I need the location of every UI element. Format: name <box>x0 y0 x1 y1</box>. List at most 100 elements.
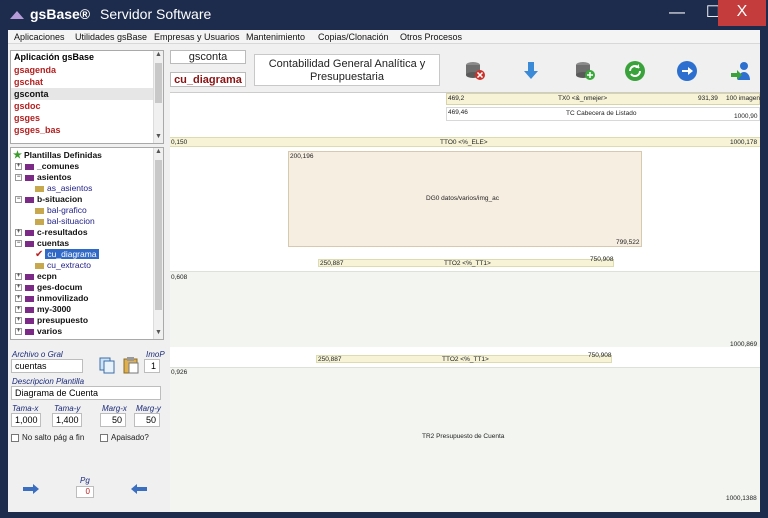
folder-icon <box>25 306 34 313</box>
expand-icon[interactable]: + <box>15 229 22 237</box>
checkbox-icon[interactable] <box>11 433 19 442</box>
detail-start: 0,608 <box>171 274 188 281</box>
template-tab[interactable]: cu_diagrama <box>170 72 246 87</box>
tree-node[interactable]: + inmovilizado <box>15 293 88 304</box>
star-icon: ★ <box>13 150 22 161</box>
tree-node[interactable]: + _comunes <box>15 161 79 172</box>
template-icon <box>35 185 44 192</box>
app-item[interactable]: gsagenda <box>11 64 163 76</box>
delete-db-icon[interactable] <box>464 60 486 82</box>
margy-label: Marg-y <box>136 404 161 413</box>
nosalto-checkbox[interactable]: No salto pág a fin <box>11 433 84 442</box>
expand-icon[interactable]: + <box>15 273 22 281</box>
expand-icon[interactable]: + <box>15 295 22 303</box>
scroll-down-icon[interactable]: ▼ <box>154 133 163 143</box>
user-exit-icon[interactable] <box>730 60 752 82</box>
tamx-field[interactable]: 1,000 <box>11 413 41 427</box>
copy-icon[interactable] <box>98 356 116 374</box>
arrow-right-icon[interactable] <box>22 482 40 494</box>
tree-node[interactable]: + ecpn <box>15 271 57 282</box>
app-name: gsBase® <box>30 6 91 22</box>
close-button[interactable]: X <box>718 0 766 26</box>
checkbox-icon[interactable] <box>100 433 108 442</box>
paste-icon[interactable] <box>122 356 140 374</box>
margx-field[interactable]: 50 <box>100 413 126 427</box>
tto2-end: 750,908 <box>590 256 614 263</box>
application-list[interactable]: Aplicación gsBase gsagenda gschat gscont… <box>10 50 164 144</box>
archivo-field[interactable]: cuentas <box>11 359 83 373</box>
tree-node[interactable]: + my-3000 <box>15 304 71 315</box>
imop-label: ImoP <box>146 350 165 359</box>
menu-empresas[interactable]: Empresas y Usuarios <box>154 32 240 42</box>
refresh-icon[interactable] <box>624 60 646 82</box>
tree-leaf[interactable]: bal-grafico <box>35 205 87 216</box>
next-icon[interactable] <box>676 60 698 82</box>
margy-field[interactable]: 50 <box>134 413 160 427</box>
app-window: gsBase® Servidor Software — ☐ X Aplicaci… <box>0 0 768 518</box>
left-panel: Aplicación gsBase gsagenda gschat gscont… <box>8 46 170 512</box>
scroll-up-icon[interactable]: ▲ <box>154 51 163 61</box>
collapse-icon[interactable]: − <box>15 196 22 204</box>
tree-leaf[interactable]: cu_extracto <box>35 260 91 271</box>
menu-mantenimiento[interactable]: Mantenimiento <box>246 32 305 42</box>
app-item[interactable]: gsdoc <box>11 100 163 112</box>
app-item[interactable]: gsges <box>11 112 163 124</box>
tx0-extra: 100 imagen <box>726 95 760 102</box>
folder-icon <box>25 328 34 335</box>
tree-node[interactable]: +z-diagramas <box>15 337 87 340</box>
template-icon <box>35 262 44 269</box>
apaisado-checkbox[interactable]: Apaisado? <box>100 433 149 442</box>
tree-scrollbar[interactable]: ▲ ▼ <box>153 148 163 339</box>
expand-icon[interactable]: + <box>15 317 22 325</box>
dg0-start: 200,196 <box>290 153 314 160</box>
imop-field[interactable]: 1 <box>144 359 160 373</box>
scroll-up-icon[interactable]: ▲ <box>154 148 163 158</box>
scroll-thumb[interactable] <box>155 63 162 103</box>
pg-field[interactable]: 0 <box>76 486 94 498</box>
app-item[interactable]: gschat <box>11 76 163 88</box>
tree-node[interactable]: + presupuesto <box>15 315 88 326</box>
tree-node[interactable]: − b-situacion <box>15 194 82 205</box>
detail-band[interactable] <box>170 271 760 347</box>
tree-node[interactable]: − asientos <box>15 172 72 183</box>
descripcion-field[interactable]: Diagrama de Cuenta <box>11 386 161 400</box>
menu-utilidades[interactable]: Utilidades gsBase <box>75 32 147 42</box>
arrow-left-icon[interactable] <box>130 482 148 494</box>
dg0-end: 799,522 <box>616 239 640 246</box>
menu-copias[interactable]: Copias/Clonación <box>318 32 389 42</box>
tree-leaf[interactable]: bal-situacion <box>35 216 95 227</box>
scroll-down-icon[interactable]: ▼ <box>154 329 163 339</box>
expand-icon[interactable]: + <box>15 306 22 314</box>
application-list-scrollbar[interactable]: ▲ ▼ <box>153 51 163 143</box>
download-icon[interactable] <box>520 60 542 82</box>
folder-icon <box>25 284 34 291</box>
tree-node[interactable]: − cuentas <box>15 238 69 249</box>
add-db-icon[interactable] <box>574 60 596 82</box>
app-item[interactable]: gsges_bas <box>11 124 163 136</box>
expand-icon[interactable]: + <box>15 163 22 171</box>
app-item-selected[interactable]: gsconta <box>11 88 163 100</box>
folder-icon <box>25 295 34 302</box>
tamy-label: Tama-y <box>54 404 81 413</box>
scroll-thumb[interactable] <box>155 160 162 310</box>
expand-icon[interactable]: + <box>15 284 22 292</box>
collapse-icon[interactable]: − <box>15 174 22 182</box>
tree-leaf[interactable]: as_asientos <box>35 183 92 194</box>
menu-aplicaciones[interactable]: Aplicaciones <box>14 32 65 42</box>
tree-node[interactable]: + ges-docum <box>15 282 82 293</box>
tree-leaf-selected[interactable]: ✔ cu_diagrama <box>35 249 99 260</box>
tree-root[interactable]: ★ Plantillas Definidas <box>13 150 102 161</box>
design-canvas[interactable]: 469,2 TX0 <&_nmejer> 931,39 100 imagen 4… <box>170 92 760 512</box>
template-tree[interactable]: ★ Plantillas Definidas + _comunes − asiento… <box>10 147 164 340</box>
app-tab[interactable]: gsconta <box>170 50 246 64</box>
collapse-icon[interactable]: − <box>15 240 22 248</box>
expand-icon[interactable]: + <box>15 328 22 336</box>
tree-node[interactable]: + c-resultados <box>15 227 88 238</box>
tamy-field[interactable]: 1,400 <box>52 413 82 427</box>
margx-label: Marg-x <box>102 404 127 413</box>
menu-otros-procesos[interactable]: Otros Procesos <box>400 32 462 42</box>
tree-node[interactable]: + varios <box>15 326 62 337</box>
minimize-button[interactable]: — <box>660 0 694 26</box>
expand-icon[interactable]: + <box>15 339 22 340</box>
detail-end: 1000,869 <box>730 341 758 348</box>
